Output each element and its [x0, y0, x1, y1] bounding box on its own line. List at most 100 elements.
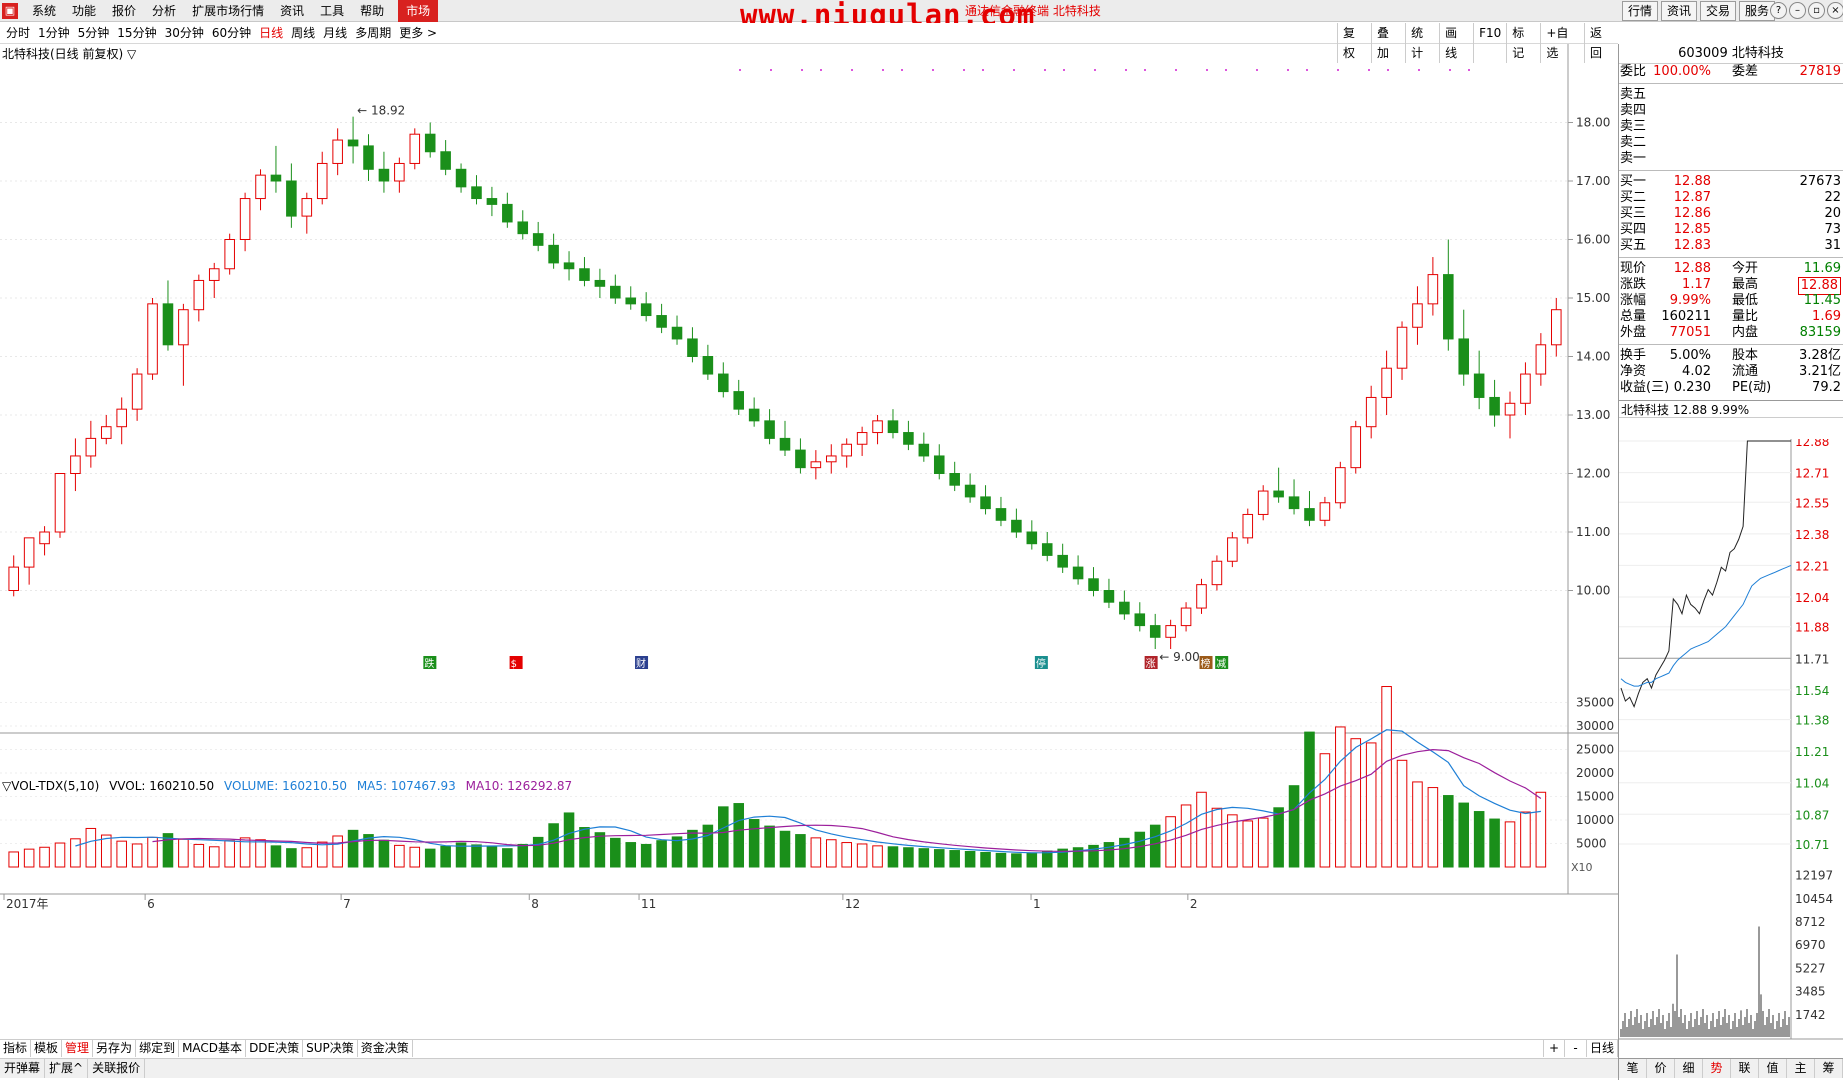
buy-2-row[interactable]: 买二 12.87 22: [1619, 190, 1843, 206]
candle: [1319, 496, 1331, 527]
tab-save-as[interactable]: 另存为: [93, 1040, 137, 1057]
tab-value[interactable]: 值: [1759, 1059, 1787, 1078]
candle: [1057, 543, 1068, 573]
tab-linked[interactable]: 联: [1731, 1059, 1759, 1078]
intraday-mini-chart[interactable]: 12.88 12.71 12.55 12.38 12.21 12.04 11.88 11.71…: [1619, 439, 1843, 1057]
menu-info[interactable]: 资讯: [272, 0, 312, 22]
period-tab-5min[interactable]: 5分钟: [74, 23, 114, 44]
mini-price-label: 12.71: [1795, 467, 1829, 481]
sell-2-row[interactable]: 卖二: [1619, 135, 1843, 151]
tab-detail[interactable]: 细: [1675, 1059, 1703, 1078]
candle-body: [532, 233, 544, 246]
help-icon[interactable]: ?: [1770, 2, 1787, 19]
vol-indicator-name[interactable]: ▽VOL-TDX(5,10): [2, 779, 99, 793]
tab-main[interactable]: 主: [1787, 1059, 1815, 1078]
sell-5-row[interactable]: 卖五: [1619, 87, 1843, 103]
restore-icon[interactable]: ▫: [1808, 2, 1825, 19]
menu-quote[interactable]: 报价: [104, 0, 144, 22]
candle-body: [363, 145, 374, 170]
menu-analysis[interactable]: 分析: [144, 0, 184, 22]
period-tab-multi[interactable]: 多周期: [351, 23, 395, 44]
menu-system[interactable]: 系统: [24, 0, 64, 22]
tab-fund[interactable]: 资金决策: [358, 1040, 413, 1057]
candle: [424, 122, 436, 158]
tab-chips[interactable]: 筹: [1815, 1059, 1843, 1078]
candle-body: [1427, 274, 1439, 305]
candle: [286, 163, 297, 228]
candle: [1227, 532, 1238, 568]
sell-1-row[interactable]: 卖一: [1619, 151, 1843, 167]
candle: [610, 274, 621, 304]
sell-3-row[interactable]: 卖三: [1619, 119, 1843, 135]
extend-toggle[interactable]: 扩展^: [45, 1059, 89, 1078]
tab-dde[interactable]: DDE决策: [246, 1040, 304, 1057]
tab-bind[interactable]: 绑定到: [136, 1040, 180, 1057]
mini-volume-label: 8712: [1795, 915, 1826, 929]
period-tab-weekly[interactable]: 周线: [287, 23, 319, 44]
tab-macd[interactable]: MACD基本: [179, 1040, 247, 1057]
tab-trend[interactable]: 势: [1703, 1059, 1731, 1078]
volume-unit-label: X10: [1571, 861, 1593, 874]
tab-indicator[interactable]: 指标: [0, 1040, 32, 1057]
period-tab-monthly[interactable]: 月线: [319, 23, 351, 44]
volume-bar: [1473, 811, 1485, 868]
period-tab-daily[interactable]: 日线: [255, 23, 287, 44]
candle-body: [1165, 625, 1176, 638]
buy-4-row[interactable]: 买四 12.85 73: [1619, 222, 1843, 238]
signal-dot: [882, 69, 884, 71]
candle: [563, 251, 575, 281]
signal-dot: [1337, 69, 1339, 71]
buy-3-row[interactable]: 买三 12.86 20: [1619, 206, 1843, 222]
period-tab-timeshare[interactable]: 分时: [2, 23, 34, 44]
candle-body: [610, 285, 621, 299]
signal-dot: [1306, 69, 1308, 71]
tab-template[interactable]: 模板: [31, 1040, 63, 1057]
app-logo-icon[interactable]: ▣: [2, 3, 18, 19]
buy-1-row[interactable]: 买一 12.88 27673: [1619, 174, 1843, 190]
volume-bar: [964, 850, 976, 868]
period-tab-1min[interactable]: 1分钟: [34, 23, 74, 44]
tab-manage[interactable]: 管理: [62, 1040, 94, 1057]
date-label: 6: [147, 897, 155, 911]
tab-price[interactable]: 价: [1647, 1059, 1675, 1078]
menu-tools[interactable]: 工具: [312, 0, 352, 22]
event-marker: 跌: [423, 656, 437, 670]
period-tab-60min[interactable]: 60分钟: [208, 23, 255, 44]
kline-chart[interactable]: 18.00 17.00 16.00 15.00 14.00 13.00 12.00 11.00…: [0, 44, 1618, 1039]
zoom-out-button[interactable]: -: [1565, 1040, 1587, 1057]
trade-button[interactable]: 交易: [1700, 1, 1737, 21]
sell-4-row[interactable]: 卖四: [1619, 103, 1843, 119]
volume-bar: [224, 840, 235, 868]
related-quote-button[interactable]: 关联报价: [88, 1059, 146, 1078]
chart-title[interactable]: 北特科技(日线 前复权) ▽: [2, 45, 136, 62]
menu-function[interactable]: 功能: [64, 0, 104, 22]
candle-body: [1535, 344, 1547, 375]
period-tab-15min[interactable]: 15分钟: [113, 23, 160, 44]
candle-body: [656, 315, 667, 328]
candle-body: [1242, 513, 1254, 539]
signal-dot: [901, 69, 903, 71]
event-marker-label: $: [511, 659, 517, 670]
danmaku-toggle[interactable]: 开弹幕: [0, 1059, 46, 1078]
candle-body: [1072, 566, 1084, 580]
volume-bar: [579, 827, 590, 868]
candle-body: [1041, 543, 1053, 556]
volume-bar: [1304, 731, 1315, 868]
zoom-in-button[interactable]: +: [1542, 1040, 1565, 1057]
menu-extended-market[interactable]: 扩展市场行情: [184, 0, 272, 22]
period-tab-30min[interactable]: 30分钟: [161, 23, 208, 44]
candle-body: [85, 437, 97, 457]
candle-body: [872, 420, 883, 434]
buy-5-row[interactable]: 买五 12.83 31: [1619, 238, 1843, 254]
minimize-icon[interactable]: –: [1789, 2, 1806, 19]
quotes-button[interactable]: 行情: [1622, 1, 1659, 21]
tab-trades[interactable]: 笔: [1619, 1059, 1647, 1078]
period-indicator[interactable]: 日线: [1587, 1040, 1618, 1057]
candle: [872, 415, 883, 445]
menu-help[interactable]: 帮助: [352, 0, 392, 22]
news-button[interactable]: 资讯: [1661, 1, 1698, 21]
tab-sup[interactable]: SUP决策: [303, 1040, 358, 1057]
period-tab-more[interactable]: 更多 >: [395, 23, 441, 44]
menu-market[interactable]: 市场: [398, 0, 439, 22]
close-icon[interactable]: ×: [1827, 2, 1843, 19]
